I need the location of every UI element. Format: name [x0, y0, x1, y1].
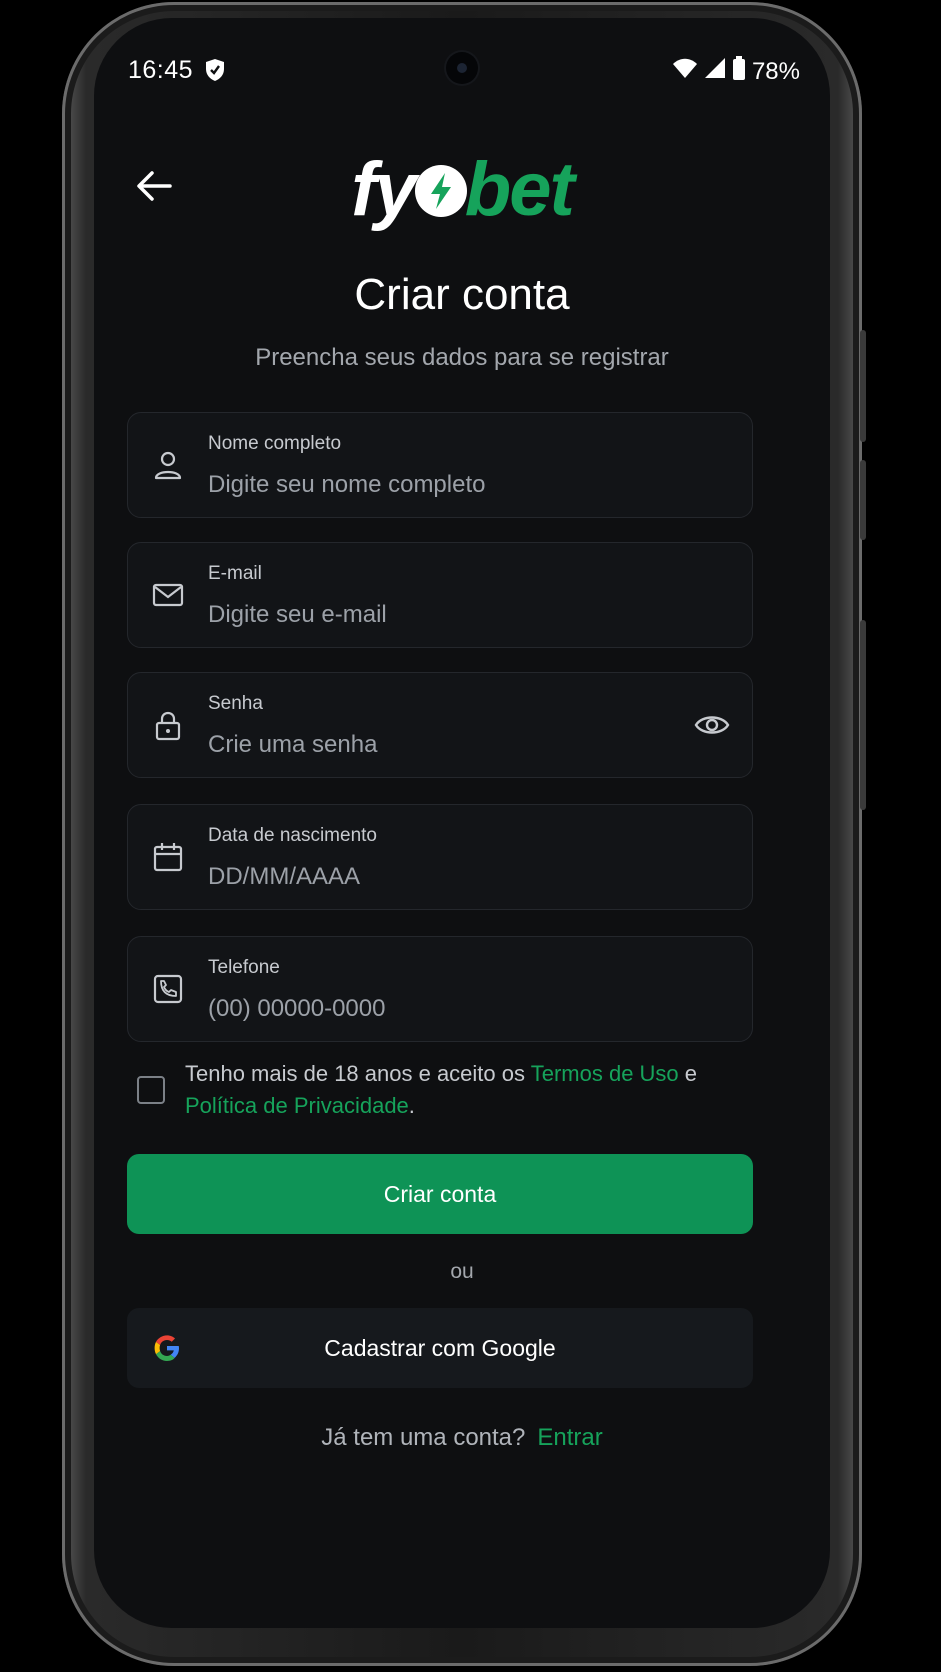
- terms-text: Tenho mais de 18 anos e aceito os Termos…: [185, 1058, 745, 1122]
- email-input[interactable]: Digite seu e-mail: [208, 601, 387, 629]
- shield-icon: [204, 58, 226, 87]
- terms-of-use-link[interactable]: Termos de Uso: [531, 1061, 679, 1086]
- terms-prefix: Tenho mais de 18 anos e aceito os: [185, 1061, 531, 1086]
- phone-field[interactable]: Telefone (00) 00000-0000: [127, 936, 753, 1042]
- signal-icon: [704, 57, 726, 86]
- phone-icon: [152, 973, 184, 1005]
- google-signup-label: Cadastrar com Google: [324, 1334, 556, 1361]
- status-time: 16:45: [128, 56, 194, 84]
- create-account-label: Criar conta: [383, 1180, 497, 1207]
- terms-checkbox[interactable]: [137, 1076, 165, 1104]
- logo-text-accent: bet: [464, 147, 575, 232]
- google-icon: [149, 1330, 185, 1366]
- battery-percent: 78%: [751, 57, 800, 85]
- full-name-field[interactable]: Nome completo Digite seu nome completo: [127, 412, 753, 518]
- terms-suffix: .: [408, 1093, 415, 1118]
- signin-question: Já tem uma conta?: [321, 1424, 526, 1451]
- email-field[interactable]: E-mail Digite seu e-mail: [127, 542, 753, 648]
- bolt-icon: [414, 165, 467, 217]
- logo-text-primary: fy: [351, 147, 417, 232]
- birthdate-field[interactable]: Data de nascimento DD/MM/AAAA: [127, 804, 753, 910]
- privacy-policy-link[interactable]: Política de Privacidade: [185, 1093, 409, 1118]
- page-subtitle: Preencha seus dados para se registrar: [255, 344, 669, 371]
- password-input[interactable]: Crie uma senha: [208, 731, 377, 759]
- volume-button: [860, 460, 866, 540]
- terms-middle: e: [678, 1061, 698, 1086]
- full-name-input[interactable]: Digite seu nome completo: [208, 471, 485, 499]
- google-signup-button[interactable]: Cadastrar com Google: [127, 1308, 753, 1388]
- page-title: Criar conta: [354, 270, 570, 319]
- field-label: Nome completo: [208, 433, 342, 454]
- lock-icon: [152, 709, 184, 741]
- mail-icon: [152, 579, 184, 611]
- eye-icon[interactable]: [694, 707, 730, 743]
- battery-icon: [732, 56, 746, 87]
- field-label: E-mail: [208, 563, 262, 584]
- power-button: [860, 330, 866, 442]
- wifi-icon: [672, 57, 698, 86]
- signin-prompt: Já tem uma conta? Entrar: [94, 1424, 830, 1452]
- system-icons: 78%: [672, 56, 800, 87]
- front-camera: [446, 52, 478, 84]
- calendar-icon: [152, 841, 184, 873]
- divider-or: ou: [450, 1260, 474, 1283]
- field-label: Data de nascimento: [208, 825, 377, 846]
- brand-logo: fy bet: [94, 146, 830, 233]
- signin-link[interactable]: Entrar: [537, 1424, 602, 1451]
- status-bar: 16:45 78%: [94, 18, 830, 88]
- phone-input[interactable]: (00) 00000-0000: [208, 995, 385, 1023]
- volume-rocker: [860, 620, 866, 810]
- create-account-button[interactable]: Criar conta: [127, 1154, 753, 1234]
- app-screen: 16:45 78% fy bet Criar conta Preencha seu…: [94, 18, 830, 1628]
- user-icon: [152, 449, 184, 481]
- field-label: Telefone: [208, 957, 280, 978]
- birthdate-input[interactable]: DD/MM/AAAA: [208, 863, 360, 891]
- field-label: Senha: [208, 693, 263, 714]
- password-field[interactable]: Senha Crie uma senha: [127, 672, 753, 778]
